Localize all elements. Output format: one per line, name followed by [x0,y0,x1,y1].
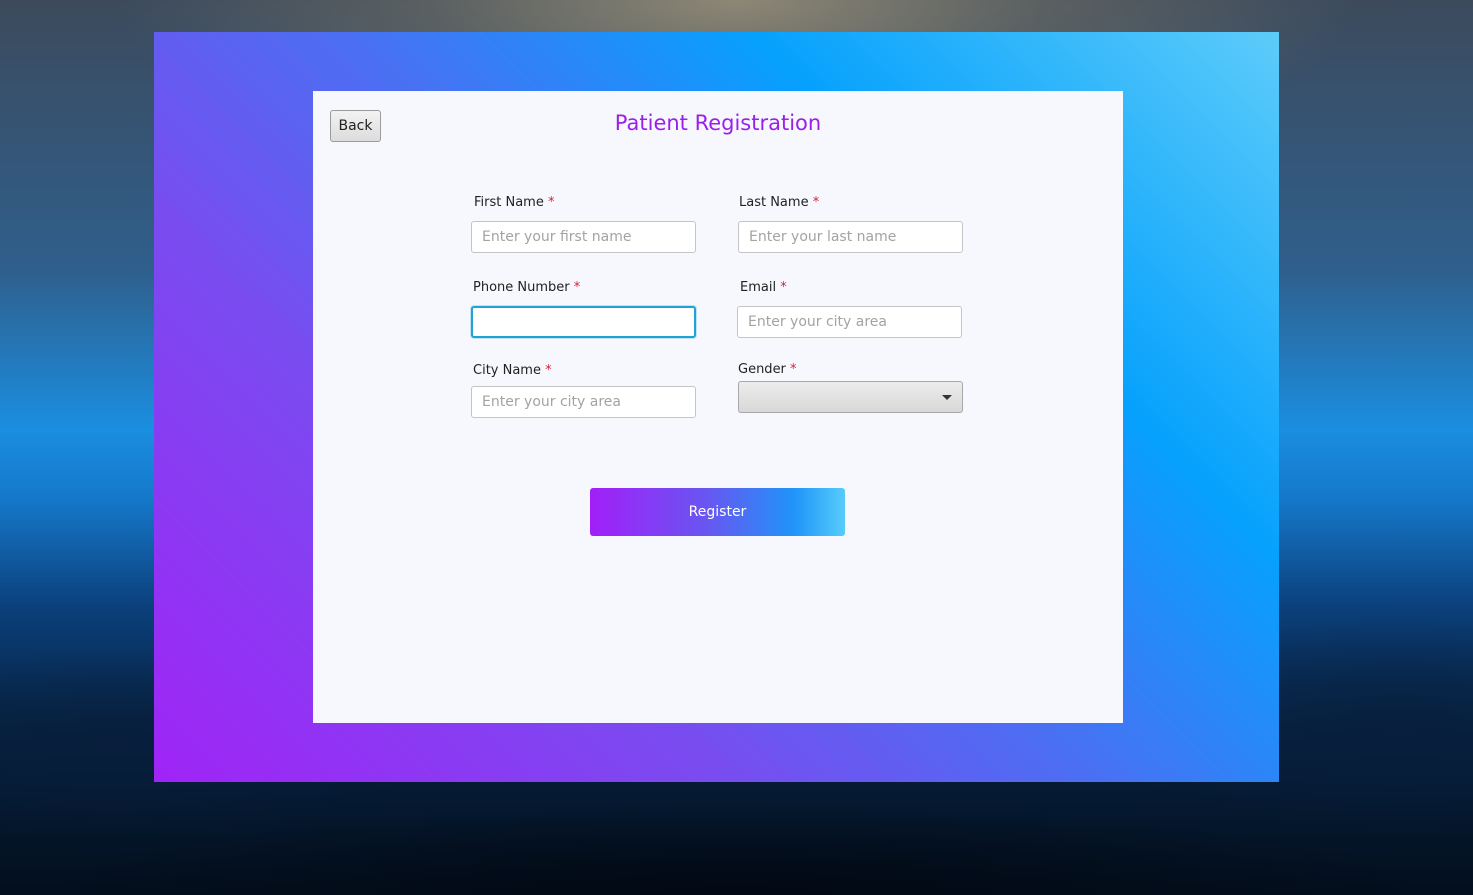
required-marker: * [780,280,787,295]
phone-number-label: Phone Number * [473,280,581,295]
chevron-down-icon [942,395,952,400]
register-button[interactable]: Register [590,488,845,536]
city-name-input[interactable] [471,386,696,418]
last-name-label: Last Name * [739,195,820,210]
required-marker: * [547,195,555,210]
email-input[interactable] [737,306,962,338]
last-name-input[interactable] [738,221,963,253]
first-name-label: First Name * [474,195,555,210]
required-marker: * [545,363,552,378]
required-marker: * [812,195,820,210]
required-marker: * [790,362,797,377]
registration-card: Back Patient Registration First Name * L… [313,91,1123,723]
phone-number-input[interactable] [471,306,696,338]
page-title: Patient Registration [614,111,822,135]
app-window: Back Patient Registration First Name * L… [154,32,1279,782]
first-name-input[interactable] [471,221,696,253]
gender-select[interactable] [738,381,963,413]
city-name-label: City Name * [473,363,552,378]
required-marker: * [573,280,581,295]
gender-label: Gender * [738,362,797,377]
email-label: Email * [740,280,787,295]
